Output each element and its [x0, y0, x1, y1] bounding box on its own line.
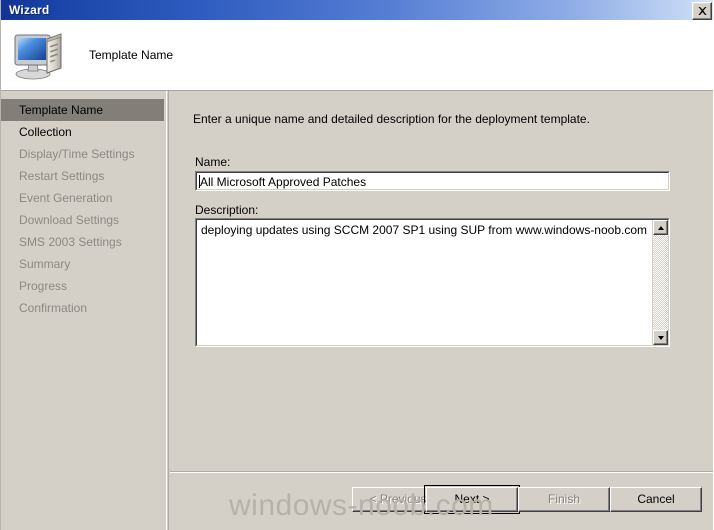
close-button[interactable] [692, 2, 712, 20]
title-bar: Wizard [1, 0, 713, 20]
sidebar-item-event-generation: Event Generation [19, 191, 113, 205]
sidebar-item-progress: Progress [19, 279, 68, 293]
name-input-inner: All Microsoft Approved Patches [196, 172, 669, 190]
description-label: Description: [195, 203, 259, 217]
description-textarea[interactable]: deploying updates using SCCM 2007 SP1 us… [195, 218, 670, 347]
wizard-header: Template Name [1, 20, 713, 91]
sidebar-divider [168, 91, 169, 530]
cancel-button[interactable]: Cancel [610, 487, 702, 512]
description-textarea-value: deploying updates using SCCM 2007 SP1 us… [201, 223, 648, 237]
scroll-up-arrow-icon [657, 225, 664, 230]
name-input-value: All Microsoft Approved Patches [200, 175, 367, 189]
wizard-main-panel: Enter a unique name and detailed descrip… [170, 91, 713, 530]
scroll-down-button[interactable] [653, 330, 668, 345]
sidebar-item-summary: Summary [19, 257, 71, 271]
sidebar-item-download-settings: Download Settings [19, 213, 120, 227]
computer-icon [14, 33, 62, 80]
wizard-window: Wizard Template Name Template Name Colle… [0, 0, 714, 530]
scroll-down-arrow-icon [657, 335, 664, 340]
scroll-up-button[interactable] [653, 220, 668, 235]
next-button[interactable]: Next > [424, 485, 520, 514]
close-icon [697, 7, 707, 15]
sidebar-item-display-time-settings: Display/Time Settings [19, 147, 135, 161]
sidebar-item-collection[interactable]: Collection [1, 121, 166, 143]
sidebar-item-sms-2003-settings: SMS 2003 Settings [19, 235, 122, 249]
name-input[interactable]: All Microsoft Approved Patches [195, 171, 670, 191]
window-title: Wizard [9, 3, 50, 17]
description-textarea-inner: deploying updates using SCCM 2007 SP1 us… [196, 219, 669, 346]
step-list: Template Name Collection Display/Time Se… [1, 91, 166, 319]
name-label: Name: [195, 155, 231, 169]
sidebar-item-confirmation: Confirmation [19, 301, 88, 315]
finish-button: Finish [518, 487, 610, 512]
description-scrollbar[interactable] [652, 220, 668, 345]
sidebar-item-restart-settings: Restart Settings [19, 169, 105, 183]
instruction-text: Enter a unique name and detailed descrip… [193, 112, 590, 126]
button-bar: < Previous Next > Finish Cancel [170, 485, 713, 515]
footer-separator [170, 472, 713, 473]
wizard-step-sidebar: Template Name Collection Display/Time Se… [1, 91, 167, 530]
sidebar-item-template-name[interactable]: Template Name [1, 99, 164, 121]
header-title: Template Name [89, 48, 174, 62]
